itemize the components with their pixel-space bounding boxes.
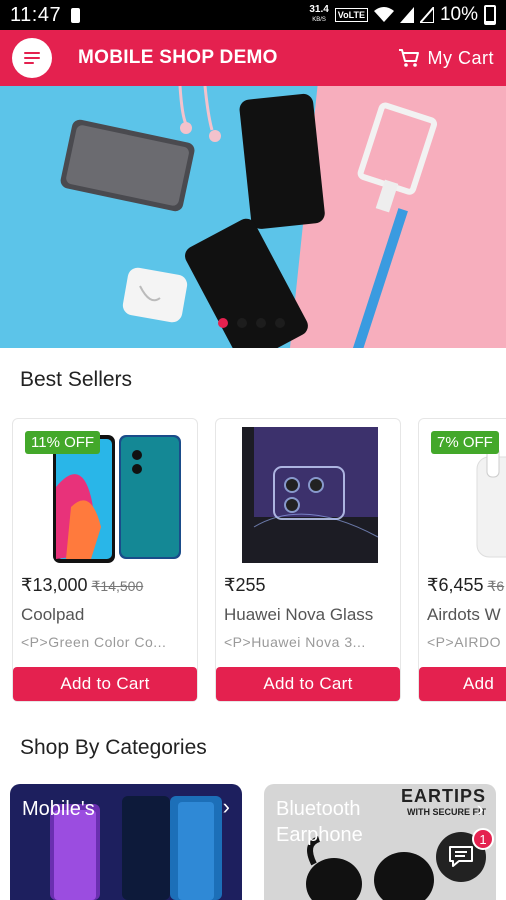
product-description: <P>Green Color Co...	[21, 634, 167, 650]
network-speed-value: 31.4	[309, 4, 329, 15]
carousel-dot[interactable]	[275, 318, 285, 328]
add-to-cart-button[interactable]: Add	[419, 667, 506, 701]
product-card[interactable]: ₹255 Huawei Nova Glass <P>Huawei Nova 3.…	[215, 418, 401, 702]
banner-product-illustration	[60, 86, 438, 348]
status-right: 31.4 KB/S VoLTE 10%	[309, 4, 496, 26]
battery-percent: 10%	[439, 4, 478, 25]
menu-icon-line	[24, 57, 40, 59]
promo-subtitle: WITH SECURE FIT	[407, 807, 486, 817]
discount-badge: 7% OFF	[431, 431, 499, 454]
current-price: ₹255	[224, 575, 266, 595]
product-name: Coolpad	[21, 605, 85, 624]
carousel-dot[interactable]	[256, 318, 266, 328]
category-label-line2: Earphone	[276, 824, 363, 846]
status-bar: 11:47 31.4 KB/S VoLTE 10%	[0, 0, 506, 30]
banner-carousel[interactable]	[0, 86, 506, 348]
carousel-dot[interactable]	[237, 318, 247, 328]
add-to-cart-button[interactable]: Add to Cart	[216, 667, 400, 701]
discount-badge: 11% OFF	[25, 431, 101, 454]
carousel-dot-active[interactable]	[218, 318, 228, 328]
signal-icon-2	[419, 7, 434, 23]
product-price: ₹255	[224, 575, 265, 596]
wifi-icon	[373, 7, 394, 22]
app-title: MOBILE SHOP DEMO	[78, 47, 278, 68]
original-price: ₹14,500	[91, 578, 144, 594]
menu-icon-line-short	[24, 62, 34, 64]
signal-icon	[399, 7, 414, 23]
current-price: ₹13,000	[21, 575, 88, 595]
product-image	[242, 427, 379, 563]
cart-icon	[398, 49, 419, 67]
original-price: ₹6	[487, 578, 505, 594]
battery-icon	[484, 5, 496, 25]
categories-heading: Shop By Categories	[20, 736, 207, 759]
product-name: Huawei Nova Glass	[224, 605, 374, 624]
battery-saver-icon	[71, 7, 81, 23]
category-promo-text: EARTIPS WITH SECURE FIT	[401, 786, 486, 817]
product-description: <P>AIRDO	[427, 634, 502, 650]
my-cart-label: My Cart	[427, 47, 494, 68]
add-to-cart-button[interactable]: Add to Cart	[13, 667, 197, 701]
category-card-mobiles[interactable]: Mobile's ›	[10, 784, 242, 900]
category-label-line1: Bluetooth	[276, 798, 361, 820]
promo-title: EARTIPS	[400, 786, 486, 806]
carousel-dots	[218, 318, 285, 328]
category-label: Mobile's	[22, 798, 95, 820]
menu-icon	[24, 52, 40, 54]
product-card[interactable]: 7% OFF ₹6,455 ₹6 Airdots W <P>AIRDO Add	[418, 418, 506, 702]
chat-notification-badge: 1	[472, 828, 494, 850]
product-price: ₹6,455 ₹6	[427, 575, 504, 596]
status-time: 11:47	[10, 3, 62, 26]
my-cart-button[interactable]: My Cart	[398, 48, 495, 69]
best-sellers-heading: Best Sellers	[20, 368, 133, 391]
product-name: Airdots W	[427, 605, 501, 624]
product-description: <P>Huawei Nova 3...	[224, 634, 366, 650]
current-price: ₹6,455	[427, 575, 484, 595]
chevron-right-icon: ›	[476, 796, 484, 821]
network-speed-unit: KB/S	[312, 17, 326, 23]
chat-icon	[449, 846, 473, 867]
chevron-right-icon: ›	[222, 794, 230, 819]
category-label: Bluetooth Earphone	[276, 796, 363, 848]
product-price: ₹13,000 ₹14,500	[21, 575, 143, 596]
menu-button[interactable]	[12, 38, 52, 78]
app-bar: MOBILE SHOP DEMO My Cart	[0, 30, 506, 86]
best-sellers-list: 11% OFF ₹13,000 ₹14,500 Coolpad <P>Green …	[0, 418, 506, 704]
product-card[interactable]: 11% OFF ₹13,000 ₹14,500 Coolpad <P>Green …	[12, 418, 198, 702]
volte-badge: VoLTE	[334, 8, 368, 22]
network-speed: 31.4 KB/S	[309, 5, 328, 25]
